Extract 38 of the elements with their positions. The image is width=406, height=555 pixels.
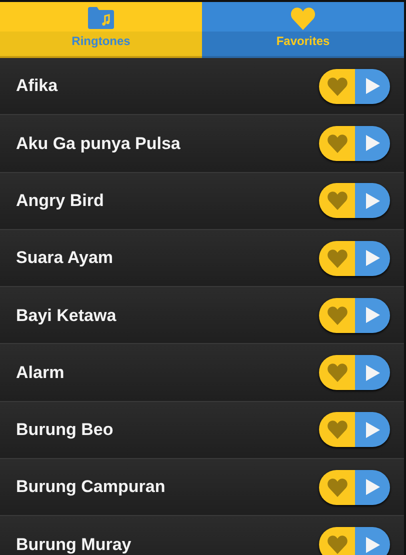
heart-icon: [326, 363, 348, 382]
favorite-button[interactable]: [319, 298, 355, 333]
play-button[interactable]: [355, 355, 390, 390]
play-icon: [364, 364, 380, 382]
heart-icon: [290, 7, 316, 30]
favorite-button[interactable]: [319, 240, 355, 276]
favorite-button[interactable]: [319, 470, 355, 505]
play-button[interactable]: [355, 240, 390, 276]
play-button[interactable]: [355, 470, 390, 505]
heart-icon: [326, 134, 348, 153]
play-icon: [364, 77, 380, 96]
play-button[interactable]: [355, 183, 390, 218]
play-button[interactable]: [355, 527, 390, 555]
music-folder-icon: [87, 6, 115, 30]
heart-icon: [326, 306, 348, 325]
favorite-button[interactable]: [319, 355, 355, 390]
heart-icon: [326, 535, 348, 554]
play-icon: [364, 134, 380, 152]
play-icon: [364, 306, 380, 324]
play-icon: [364, 478, 380, 496]
favorite-button[interactable]: [319, 68, 355, 104]
heart-icon: [326, 248, 348, 268]
favorite-button[interactable]: [319, 527, 355, 555]
heart-icon: [326, 191, 348, 210]
heart-icon: [326, 478, 348, 497]
play-icon: [364, 536, 380, 554]
play-icon: [364, 249, 380, 268]
play-icon: [364, 192, 380, 210]
play-button[interactable]: [355, 126, 390, 161]
play-button[interactable]: [355, 412, 390, 448]
favorite-button[interactable]: [319, 412, 355, 448]
heart-icon: [326, 76, 348, 96]
play-icon: [364, 420, 380, 439]
favorite-button[interactable]: [319, 183, 355, 218]
play-button[interactable]: [355, 298, 390, 333]
favorite-button[interactable]: [319, 126, 355, 161]
heart-icon: [326, 420, 348, 440]
play-button[interactable]: [355, 68, 390, 104]
